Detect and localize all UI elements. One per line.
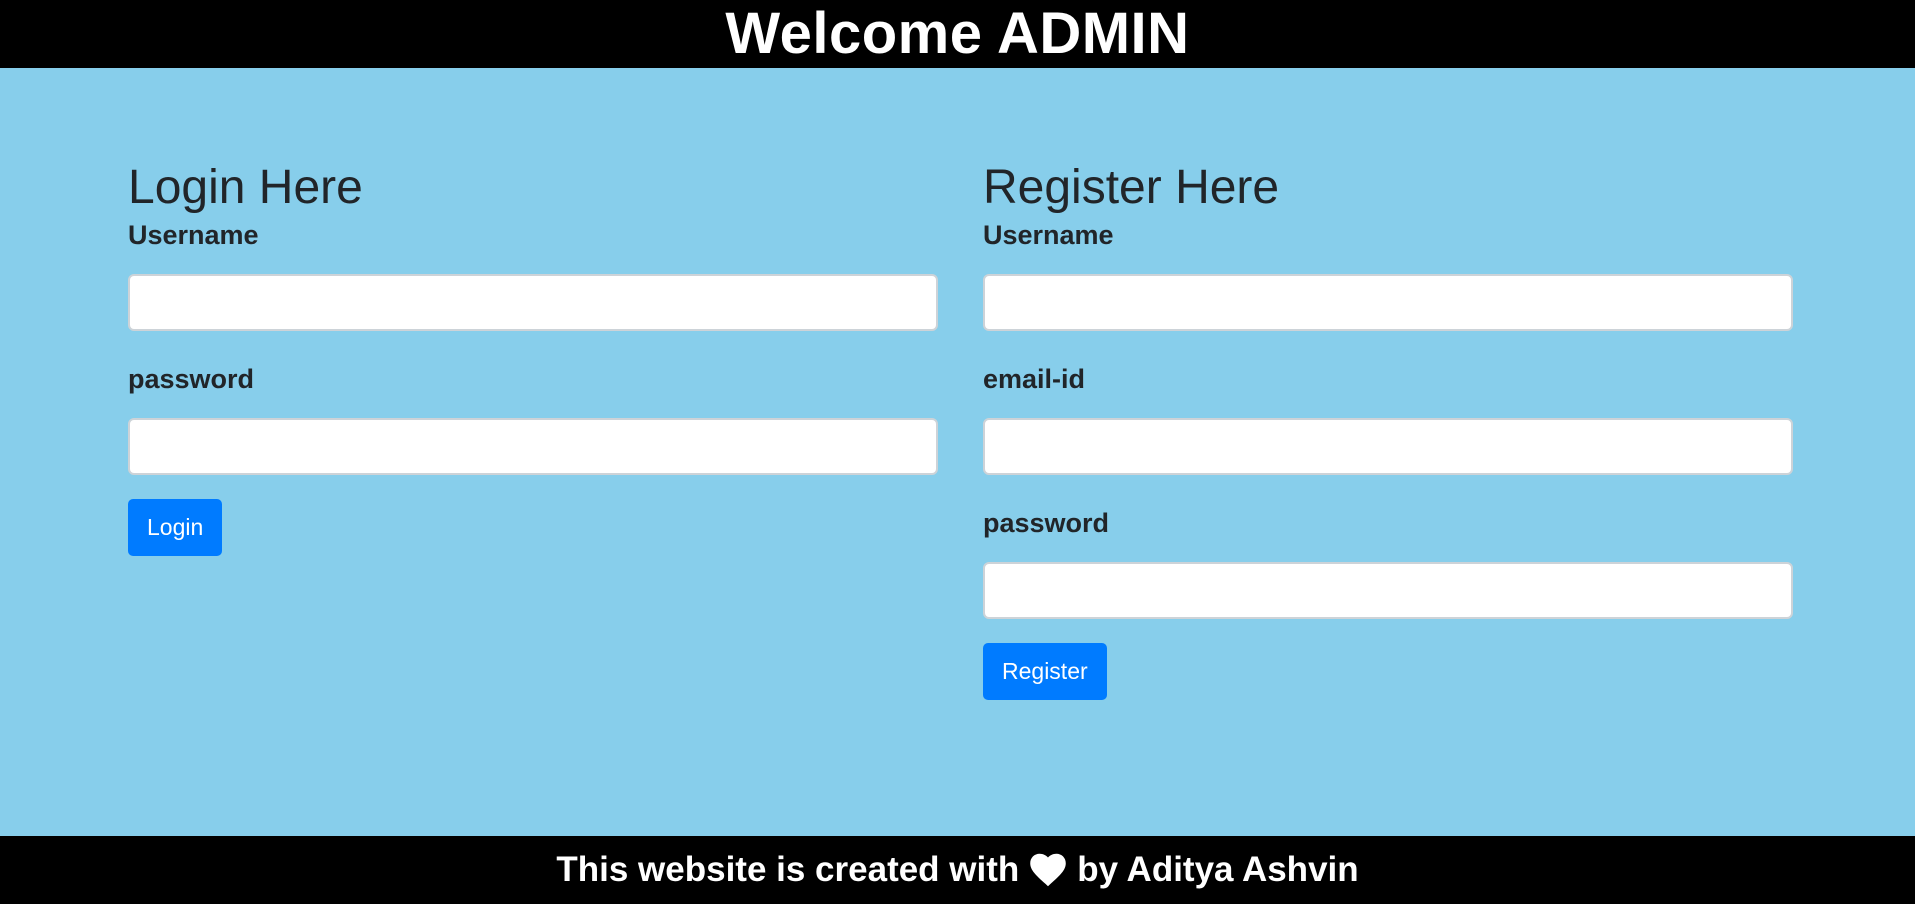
register-heading: Register Here — [983, 161, 1280, 214]
login-button[interactable]: Login — [128, 499, 223, 556]
register-username-label: Username — [983, 220, 1114, 250]
main-content: Login Here Username password Login Regis… — [0, 68, 1915, 836]
register-email-label: email-id — [983, 364, 1086, 394]
login-username-label: Username — [128, 220, 259, 250]
header-bar: Welcome ADMIN — [0, 0, 1915, 68]
login-heading: Login Here — [128, 161, 363, 214]
register-password-input[interactable] — [983, 562, 1793, 619]
login-panel: Login Here Username password Login — [128, 158, 938, 556]
footer-text-before: This website is created with — [556, 850, 1020, 889]
login-password-label: password — [128, 364, 255, 394]
register-button[interactable]: Register — [983, 643, 1107, 700]
page-title: Welcome ADMIN — [725, 1, 1190, 66]
footer-bar: This website is created with by Aditya A… — [0, 836, 1915, 904]
heart-icon — [1029, 853, 1067, 887]
footer-text-after: by Aditya Ashvin — [1077, 850, 1359, 889]
login-password-input[interactable] — [128, 418, 938, 475]
register-password-label: password — [983, 508, 1110, 538]
login-username-input[interactable] — [128, 274, 938, 331]
register-panel: Register Here Username email-id password… — [983, 158, 1793, 700]
register-username-input[interactable] — [983, 274, 1793, 331]
register-email-input[interactable] — [983, 418, 1793, 475]
